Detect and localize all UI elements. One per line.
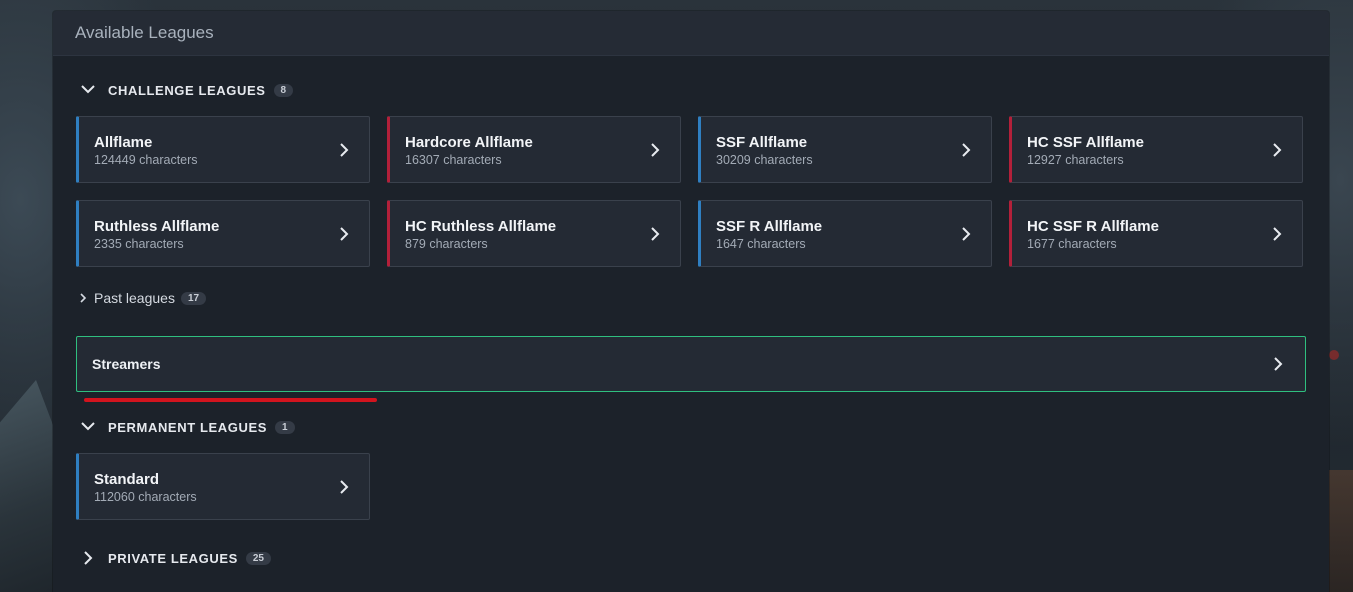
streamers-label: Streamers	[92, 356, 161, 372]
league-name: HC SSF R Allflame	[1027, 218, 1159, 235]
league-card-standard[interactable]: Standard 112060 characters	[76, 453, 370, 520]
league-character-count: 1677 characters	[1027, 237, 1117, 251]
chevron-down-icon	[80, 419, 96, 435]
panel-header: Available Leagues	[53, 11, 1329, 56]
past-leagues-count-badge: 17	[180, 291, 207, 305]
permanent-leagues-label: PERMANENT LEAGUES	[108, 419, 267, 435]
league-name: Standard	[94, 471, 160, 488]
chevron-right-icon	[962, 227, 971, 241]
challenge-leagues-count-badge: 8	[273, 83, 294, 97]
league-name: SSF Allflame	[716, 134, 808, 151]
past-leagues-label: Past leagues	[94, 290, 175, 306]
background-ember	[1329, 350, 1339, 360]
chevron-right-icon	[1273, 227, 1282, 241]
chevron-right-icon	[651, 227, 660, 241]
chevron-down-icon	[80, 82, 96, 98]
league-card-ssf-allflame[interactable]: SSF Allflame 30209 characters	[698, 116, 992, 183]
streamers-row[interactable]: Streamers	[76, 336, 1306, 392]
chevron-right-icon	[962, 143, 971, 157]
league-character-count: 2335 characters	[94, 237, 184, 251]
chevron-right-icon	[340, 143, 349, 157]
league-name: HC SSF Allflame	[1027, 134, 1144, 151]
league-name: HC Ruthless Allflame	[405, 218, 557, 235]
league-card-hardcore-allflame[interactable]: Hardcore Allflame 16307 characters	[387, 116, 681, 183]
chevron-right-icon	[340, 227, 349, 241]
panel-title: Available Leagues	[75, 23, 214, 42]
background-rock-left	[0, 380, 60, 592]
chevron-right-icon	[80, 293, 87, 303]
league-name: Hardcore Allflame	[405, 134, 533, 151]
league-card-ssf-r-allflame[interactable]: SSF R Allflame 1647 characters	[698, 200, 992, 267]
challenge-leagues-label: CHALLENGE LEAGUES	[108, 82, 266, 98]
league-character-count: 112060 characters	[94, 490, 197, 504]
chevron-right-icon	[340, 480, 349, 494]
chevron-right-icon	[80, 550, 96, 566]
league-card-allflame[interactable]: Allflame 124449 characters	[76, 116, 370, 183]
league-name: Allflame	[94, 134, 153, 151]
league-character-count: 16307 characters	[405, 153, 502, 167]
league-character-count: 12927 characters	[1027, 153, 1124, 167]
league-card-hc-ruthless-allflame[interactable]: HC Ruthless Allflame 879 characters	[387, 200, 681, 267]
chevron-right-icon	[1273, 143, 1282, 157]
league-card-hc-ssf-r-allflame[interactable]: HC SSF R Allflame 1677 characters	[1009, 200, 1303, 267]
league-character-count: 879 characters	[405, 237, 488, 251]
permanent-leagues-toggle[interactable]: PERMANENT LEAGUES 1	[80, 419, 295, 435]
chevron-right-icon	[651, 143, 660, 157]
league-character-count: 30209 characters	[716, 153, 813, 167]
league-character-count: 124449 characters	[94, 153, 198, 167]
private-leagues-toggle[interactable]: PRIVATE LEAGUES 25	[80, 550, 271, 566]
private-leagues-label: PRIVATE LEAGUES	[108, 550, 238, 566]
league-name: Ruthless Allflame	[94, 218, 220, 235]
league-character-count: 1647 characters	[716, 237, 806, 251]
past-leagues-toggle[interactable]: Past leagues 17	[78, 290, 207, 306]
league-card-ruthless-allflame[interactable]: Ruthless Allflame 2335 characters	[76, 200, 370, 267]
private-leagues-count-badge: 25	[245, 551, 271, 565]
annotation-underline	[84, 398, 377, 402]
league-name: SSF R Allflame	[716, 218, 823, 235]
league-card-hc-ssf-allflame[interactable]: HC SSF Allflame 12927 characters	[1009, 116, 1303, 183]
challenge-leagues-toggle[interactable]: CHALLENGE LEAGUES 8	[80, 82, 294, 98]
chevron-right-icon	[1274, 357, 1283, 371]
permanent-leagues-count-badge: 1	[275, 420, 295, 434]
